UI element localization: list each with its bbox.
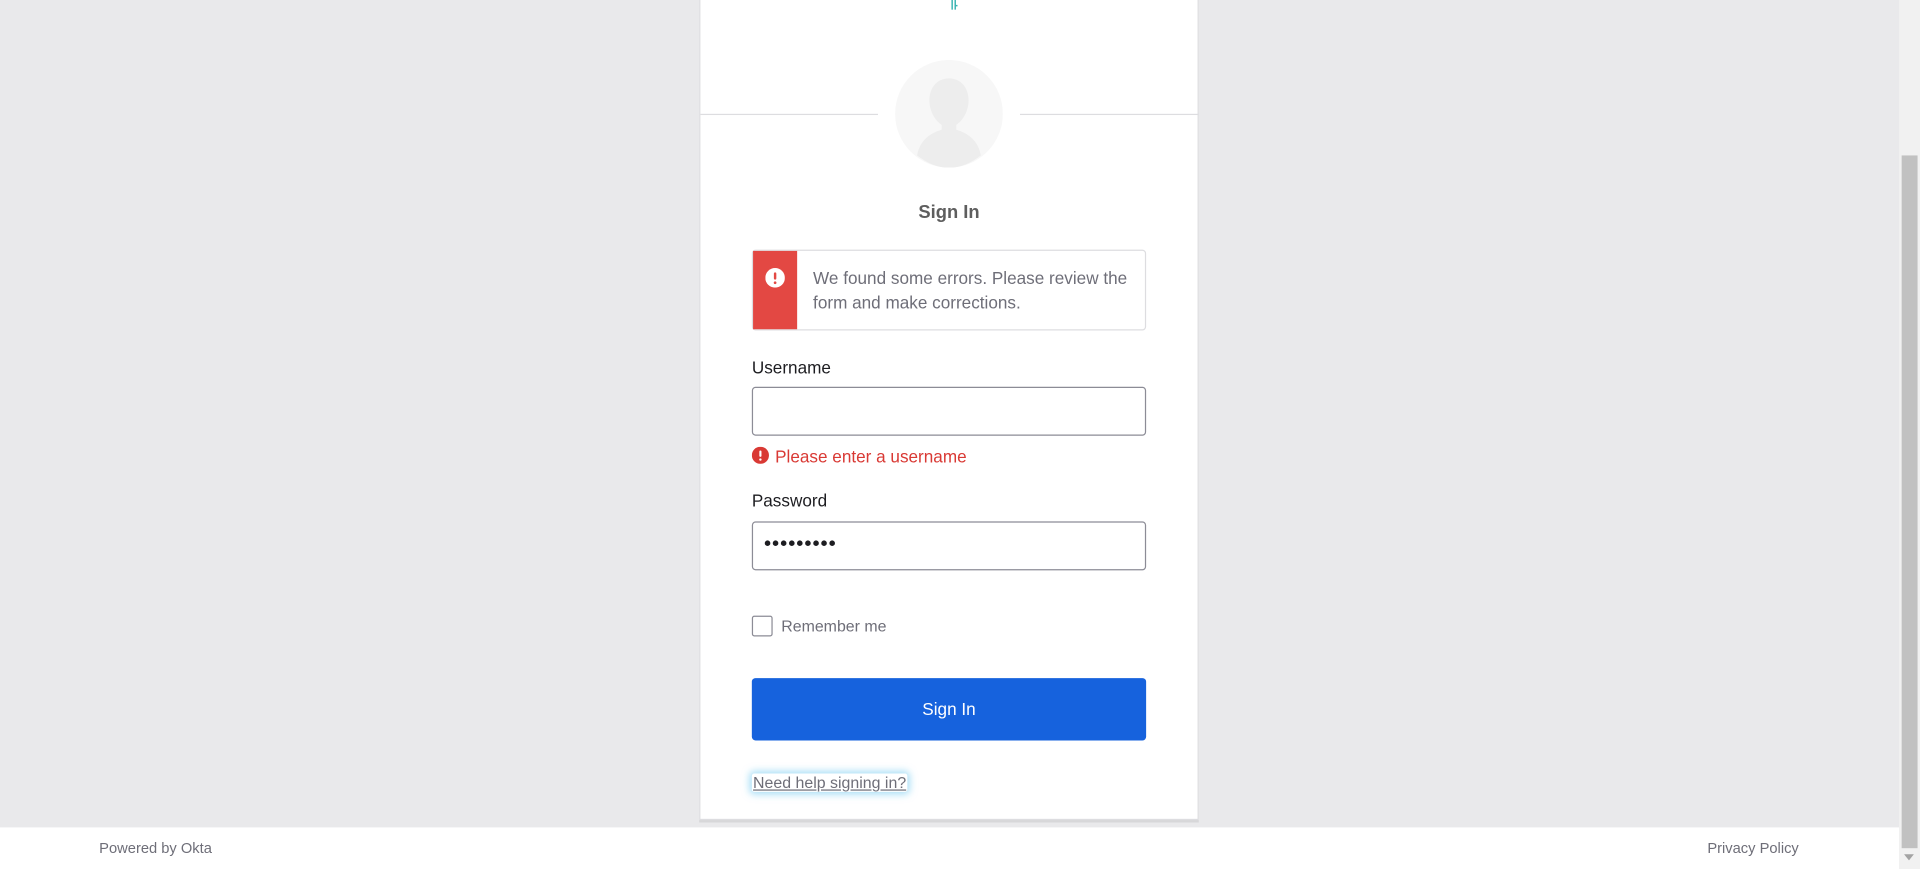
username-error-text: Please enter a username [775, 446, 967, 467]
page-title: Sign In [918, 201, 980, 223]
sign-in-button[interactable]: Sign In [751, 678, 1147, 741]
remember-me-checkbox[interactable] [751, 615, 773, 637]
error-banner-text: We found some errors. Please review the … [813, 268, 1128, 313]
need-help-link[interactable]: Need help signing in? [752, 774, 908, 792]
footer: Powered by Okta Privacy Policy [0, 827, 1900, 869]
password-label: Password [751, 490, 828, 511]
error-banner-accent [753, 250, 798, 330]
user-silhouette-icon [895, 59, 1003, 168]
scroll-down-arrow-icon[interactable] [1904, 854, 1914, 861]
exclamation-circle-icon [765, 268, 785, 288]
vertical-scrollbar[interactable] [1899, 0, 1920, 869]
page: Sign In We found some errors. Please rev… [0, 0, 1920, 869]
privacy-policy-link[interactable]: Privacy Policy [1707, 840, 1798, 857]
username-label: Username [751, 357, 831, 377]
scrollbar-thumb[interactable] [1901, 155, 1918, 849]
error-banner: We found some errors. Please review the … [751, 249, 1147, 331]
password-input[interactable]: ••••••••• [751, 521, 1147, 571]
password-value: ••••••••• [764, 533, 837, 555]
powered-by-text: Powered by Okta [99, 839, 212, 857]
username-input[interactable] [751, 386, 1147, 436]
remember-me-label[interactable]: Remember me [781, 617, 886, 635]
okta-logo-fragment-icon [951, 0, 958, 10]
user-avatar [877, 56, 1021, 172]
exclamation-circle-icon [751, 446, 769, 464]
